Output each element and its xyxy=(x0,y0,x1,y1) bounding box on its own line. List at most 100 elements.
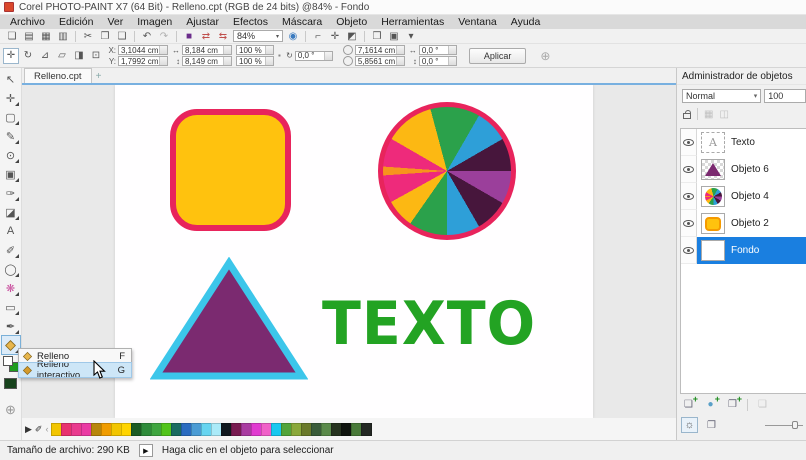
rectangle-tool[interactable]: ▭ xyxy=(2,298,20,316)
visibility-eye-icon[interactable] xyxy=(681,183,697,210)
grid-icon[interactable]: ⌐ xyxy=(311,30,325,43)
visibility-eye-icon[interactable] xyxy=(681,210,697,237)
skew-h-field[interactable]: 0,0 ° xyxy=(418,45,457,55)
scale-x-spinner[interactable] xyxy=(265,46,273,54)
new-lens-button[interactable]: ● + xyxy=(703,394,720,411)
toolbox-navigator-icon[interactable]: ⊕ xyxy=(5,402,16,418)
mask-overlay-icon[interactable]: ◩ xyxy=(345,30,359,43)
position-mode-button[interactable]: ✛ xyxy=(3,47,19,64)
copy-icon[interactable]: ❐ xyxy=(98,30,112,43)
y-spinner[interactable] xyxy=(159,57,167,65)
width-spinner[interactable] xyxy=(223,46,231,54)
anchor-x-spinner[interactable] xyxy=(395,46,404,54)
object-row-texto[interactable]: A Texto xyxy=(681,129,806,156)
open-icon[interactable]: ▤ xyxy=(22,30,36,43)
visibility-eye-icon[interactable] xyxy=(681,237,697,264)
scale-y-spinner[interactable] xyxy=(265,57,273,65)
x-spinner[interactable] xyxy=(159,46,167,54)
pick-tool[interactable]: ↖ xyxy=(2,70,20,88)
paint-tool[interactable]: ✐ xyxy=(2,241,20,259)
document-tab[interactable]: Relleno.cpt xyxy=(24,68,92,83)
export-web-icon[interactable]: ⇆ xyxy=(216,30,230,43)
menu-imagen[interactable]: Imagen xyxy=(130,15,179,29)
distort-mode-button[interactable]: ◨ xyxy=(71,48,87,64)
thumbnail-size-slider[interactable] xyxy=(765,420,803,430)
center-view-button[interactable]: ☼ xyxy=(681,417,698,433)
lock-transparency-icon[interactable] xyxy=(683,109,691,119)
skew-h-spinner[interactable] xyxy=(447,46,456,54)
anchor-y-field[interactable]: 5,8561 cm xyxy=(354,56,405,66)
paste-icon[interactable]: ❑ xyxy=(115,30,129,43)
navigator-icon[interactable]: ⊕ xyxy=(540,49,550,63)
zoom-fit-icon[interactable]: ◉ xyxy=(286,30,300,43)
expand-status-icon[interactable]: ▶ xyxy=(138,444,153,457)
eraser-tool[interactable]: ◪ xyxy=(2,203,20,221)
import-icon[interactable]: ■ xyxy=(182,30,196,43)
eyedropper-tool[interactable]: ✒ xyxy=(2,317,20,335)
menu-ajustar[interactable]: Ajustar xyxy=(179,15,226,29)
x-position-field[interactable]: 3,1044 cm xyxy=(118,45,168,55)
perspective-mode-button[interactable]: ⊡ xyxy=(88,48,104,64)
menu-herramientas[interactable]: Herramientas xyxy=(374,15,451,29)
fill-tool[interactable] xyxy=(0,335,21,355)
height-spinner[interactable] xyxy=(223,57,231,65)
color-swatches[interactable] xyxy=(2,355,20,373)
palette-eyedropper-icon[interactable]: ✐ xyxy=(35,424,43,435)
object-row-objeto-6[interactable]: Objeto 6 xyxy=(681,156,806,183)
menu-edicion[interactable]: Edición xyxy=(52,15,100,29)
visibility-eye-icon[interactable] xyxy=(681,156,697,183)
height-field[interactable]: 8,149 cm xyxy=(182,56,232,66)
lock-ratio-icon[interactable]: ▪ xyxy=(278,51,281,60)
redo-icon[interactable]: ↷ xyxy=(157,30,171,43)
layer-options-icon[interactable]: ▦ xyxy=(704,109,713,120)
text-tool[interactable]: A xyxy=(2,222,20,240)
text-object[interactable]: TEXTO xyxy=(322,290,536,359)
skew-mode-button[interactable]: ▱ xyxy=(54,48,70,64)
save-icon[interactable]: ▦ xyxy=(39,30,53,43)
zoom-level-select[interactable]: 84% ▾ xyxy=(233,30,283,42)
image-slicing-icon[interactable]: ❒ xyxy=(370,30,384,43)
effect-tool[interactable]: ◯ xyxy=(2,260,20,278)
image-sprayer-tool[interactable]: ❋ xyxy=(2,279,20,297)
options-icon[interactable]: ▣ xyxy=(387,30,401,43)
object-row-objeto-4[interactable]: Objeto 4 xyxy=(681,183,806,210)
menu-efectos[interactable]: Efectos xyxy=(226,15,275,29)
menu-item-relleno-interactivo[interactable]: Relleno interactivo G xyxy=(18,359,132,381)
snap-icon[interactable]: ✛ xyxy=(328,30,342,43)
document-page[interactable]: TEXTO xyxy=(115,85,593,418)
rounded-square-object[interactable] xyxy=(170,109,291,231)
touch-up-tool[interactable]: ✑ xyxy=(2,184,20,202)
export-icon[interactable]: ⇄ xyxy=(199,30,213,43)
scale-y-field[interactable]: 100 % xyxy=(236,56,274,66)
visibility-eye-icon[interactable] xyxy=(681,129,697,156)
new-object-button[interactable]: ❏ + xyxy=(681,394,698,411)
y-position-field[interactable]: 1,7992 cm xyxy=(118,56,168,66)
mask-transform-tool[interactable]: ✛ xyxy=(2,89,20,107)
opacity-field[interactable]: 100 xyxy=(764,89,806,103)
rectangle-mask-tool[interactable]: ▢ xyxy=(2,108,20,126)
new-tab-button[interactable]: + xyxy=(92,70,106,83)
print-icon[interactable]: ▥ xyxy=(56,30,70,43)
foreground-color-swatch[interactable] xyxy=(2,356,13,366)
lasso-mask-tool[interactable]: ✎ xyxy=(2,127,20,145)
skew-v-spinner[interactable] xyxy=(447,57,456,65)
menu-ver[interactable]: Ver xyxy=(100,15,130,29)
undo-icon[interactable]: ↶ xyxy=(140,30,154,43)
palette-flyout-arrow-icon[interactable]: ▶ xyxy=(25,424,32,435)
rotate-mode-button[interactable]: ↻ xyxy=(20,48,36,64)
blend-mode-dropdown[interactable]: Normal ▾ xyxy=(682,89,762,103)
menu-ventana[interactable]: Ventana xyxy=(451,15,504,29)
scale-mode-button[interactable]: ⊿ xyxy=(37,48,53,64)
cut-icon[interactable]: ✂ xyxy=(81,30,95,43)
palette-scroll-left-icon[interactable]: ‹ xyxy=(45,424,48,434)
apply-button[interactable]: Aplicar xyxy=(468,47,527,64)
new-document-icon[interactable]: ❏ xyxy=(5,30,19,43)
canvas-color-swatch[interactable] xyxy=(2,374,20,392)
menu-mascara[interactable]: Máscara xyxy=(275,15,329,29)
anchor-y-spinner[interactable] xyxy=(395,57,404,65)
anchor-y-radio[interactable] xyxy=(342,56,353,66)
rotation-spinner[interactable] xyxy=(323,51,332,60)
width-field[interactable]: 8,184 cm xyxy=(182,45,232,55)
menu-archivo[interactable]: Archivo xyxy=(3,15,52,29)
zoom-tool[interactable]: ⊙ xyxy=(2,146,20,164)
